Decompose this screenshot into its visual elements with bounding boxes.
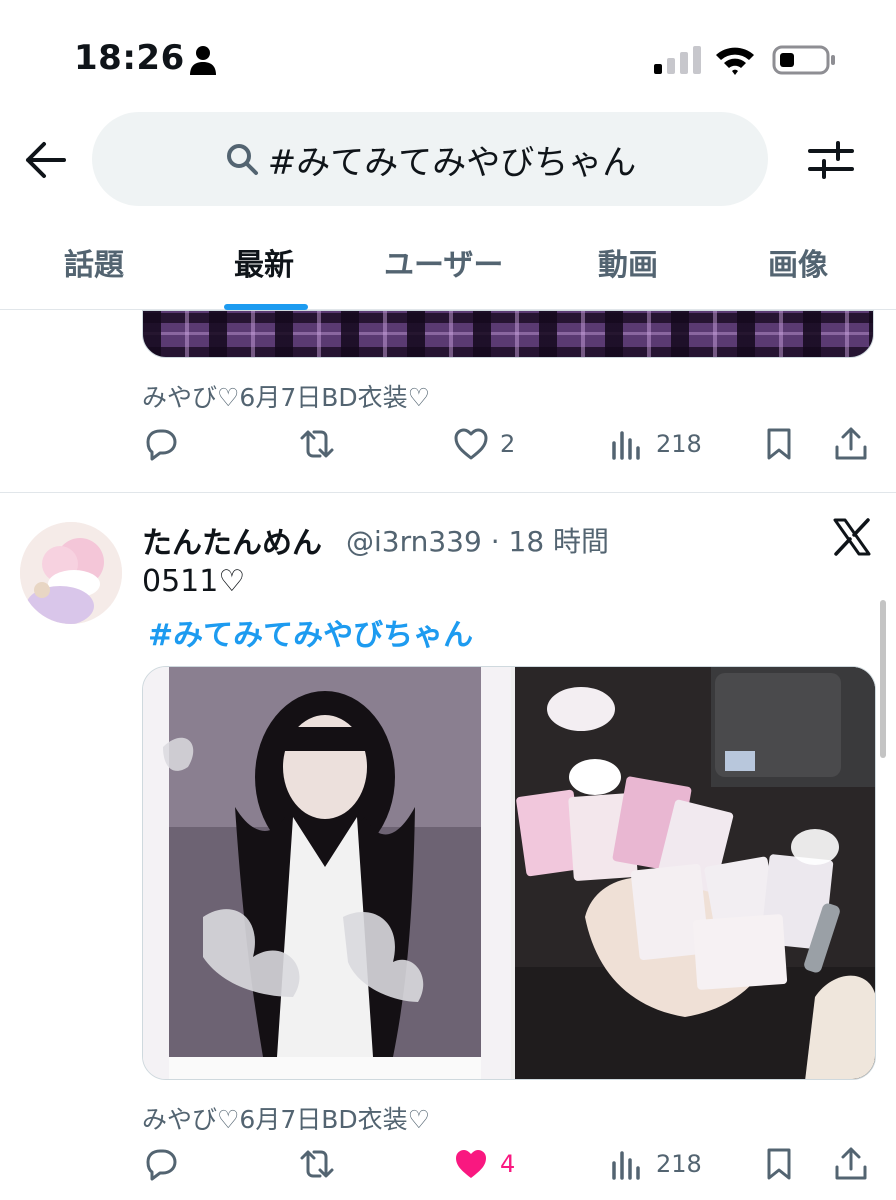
like-button[interactable]: 4 [452,1142,515,1186]
tab-users[interactable]: ユーザー [384,240,503,284]
retweet-icon [300,430,334,458]
share-icon [835,427,867,460]
heart-icon [454,428,488,460]
views-chart-icon [612,1151,640,1180]
media-caption: みやび♡6月7日BD衣装♡ [142,1105,431,1134]
reply-button[interactable] [142,422,180,466]
retweet-button[interactable] [298,1142,336,1186]
tab-top[interactable]: 話題 [64,240,124,284]
reply-button[interactable] [142,1142,180,1186]
tweet-actions: 4 218 [142,1142,870,1186]
view-count: 218 [656,430,702,458]
tweet-divider [0,492,896,493]
reply-icon [146,1149,177,1181]
search-tabs: 話題 最新 ユーザー 動画 画像 [0,212,896,310]
retweet-icon [300,1150,334,1178]
status-time: 18:26 [74,38,185,78]
tweet-photo-1[interactable] [143,667,511,1080]
tweet-text: 0511♡ [142,564,246,599]
views-button[interactable]: 218 [608,1142,702,1186]
bookmark-icon [767,428,791,460]
wifi-icon [716,47,754,75]
hashtag-link[interactable]: #みてみてみやびちゃん [148,610,473,654]
tab-latest[interactable]: 最新 [234,240,294,284]
share-button[interactable] [832,422,870,466]
filter-settings-icon[interactable] [806,138,856,182]
reply-icon [146,429,177,461]
media-caption: みやび♡6月7日BD衣装♡ [142,383,431,412]
tweet-author-name[interactable]: たんたんめん [142,518,322,562]
share-button[interactable] [832,1142,870,1186]
share-icon [835,1147,867,1180]
tweet-actions: 2 218 [142,422,870,466]
avatar[interactable] [20,522,122,624]
cellular-signal-icon [654,46,701,74]
like-count: 4 [500,1150,516,1178]
bookmark-button[interactable] [760,1142,798,1186]
tab-videos[interactable]: 動画 [598,240,658,284]
x-logo-icon [833,518,871,556]
search-input[interactable]: #みてみてみやびちゃん [92,112,768,206]
person-icon [190,46,216,75]
tab-images[interactable]: 画像 [768,240,828,284]
scrollbar[interactable] [880,600,886,758]
views-button[interactable]: 218 [608,422,702,466]
back-arrow-icon[interactable] [22,138,68,182]
tweet-media-grid [142,666,876,1080]
bookmark-icon [767,1148,791,1180]
like-button[interactable]: 2 [452,422,515,466]
battery-icon [772,45,835,75]
search-icon [226,144,258,175]
search-query: #みてみてみやびちゃん [267,142,637,183]
retweet-button[interactable] [298,422,336,466]
tweet-photo-2[interactable] [515,667,876,1080]
view-count: 218 [656,1150,702,1178]
bookmark-button[interactable] [760,422,798,466]
tweet-handle-time[interactable]: @i3rn339 · 18 時間 [346,520,609,560]
views-chart-icon [612,431,640,460]
tweet-media-image[interactable] [142,310,874,358]
status-bar: 18:26 [0,0,896,110]
like-count: 2 [500,430,516,458]
heart-filled-icon [456,1150,486,1178]
